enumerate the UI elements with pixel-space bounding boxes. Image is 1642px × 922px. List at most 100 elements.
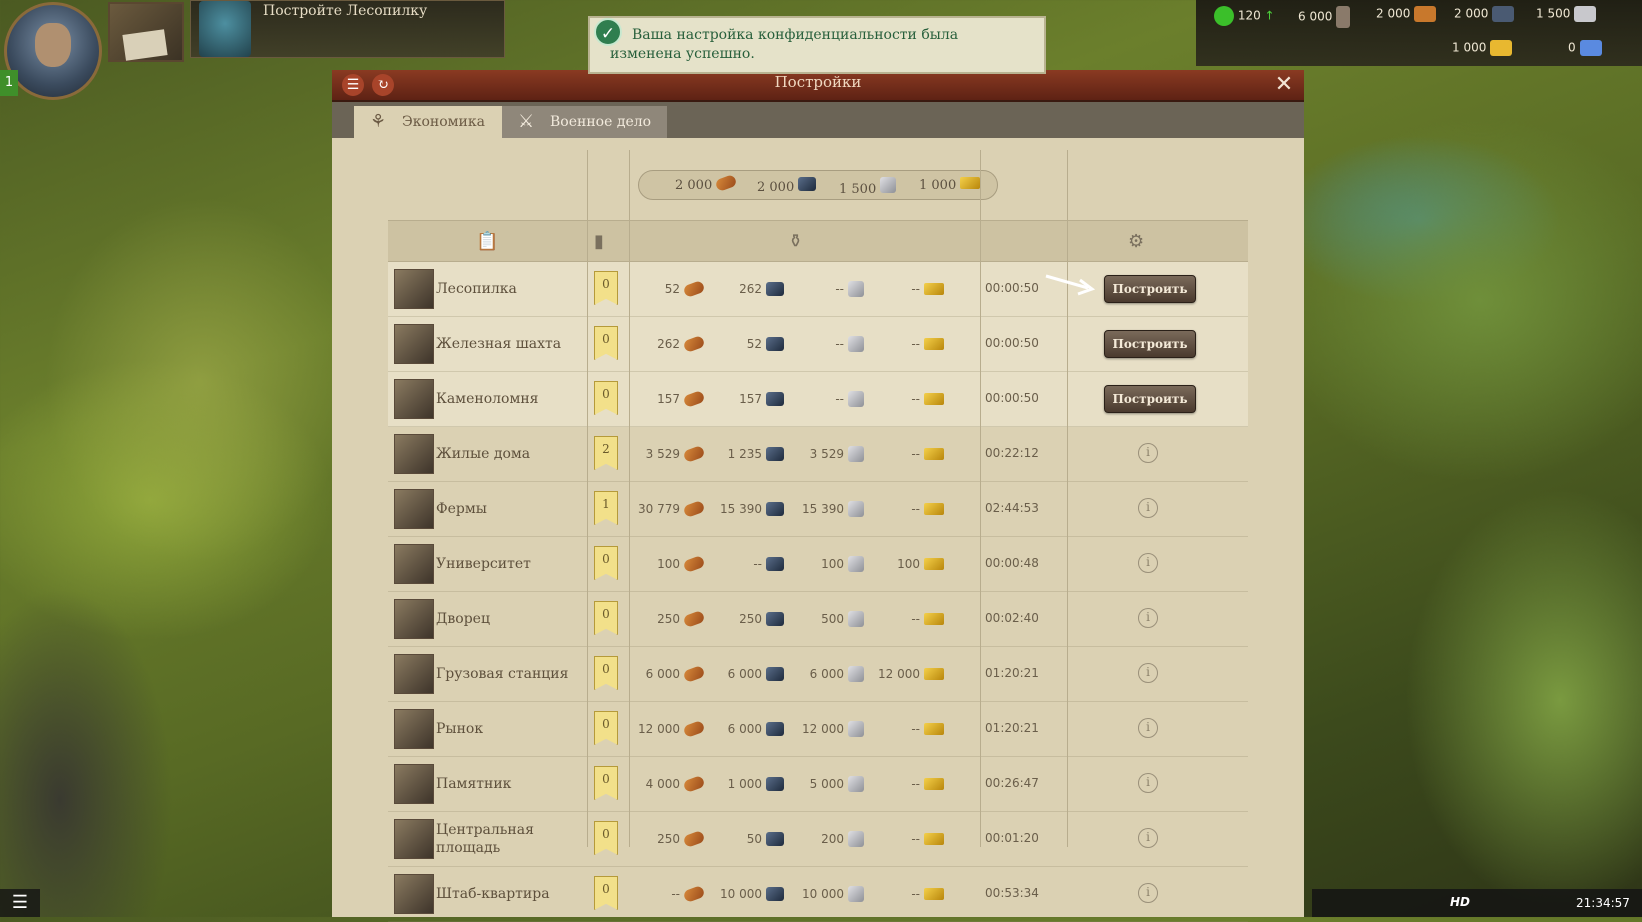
build-button[interactable]: Построить (1104, 385, 1196, 413)
table-row[interactable]: Памятник 0 4 000 1 000 5 000 -- 00:26:47 i (388, 757, 1248, 812)
level-badge: 0 (594, 546, 618, 580)
building-name: Грузовая станция (436, 666, 569, 682)
cost-wood: 30 779 (620, 499, 706, 518)
cost-gold: -- (860, 831, 944, 846)
game-map-left[interactable] (0, 0, 332, 917)
gold-icon (924, 832, 944, 845)
happiness-display: 120 ↑ (1210, 6, 1275, 26)
close-icon[interactable]: ✕ (1272, 73, 1296, 97)
messages-scroll-icon[interactable] (108, 2, 184, 62)
build-time: 00:53:34 (985, 886, 1039, 900)
build-time: 00:26:47 (985, 776, 1039, 790)
build-time: 00:00:50 (985, 281, 1039, 295)
cost-gold: -- (860, 611, 944, 626)
build-time: 00:00:50 (985, 336, 1039, 350)
info-icon[interactable]: i (1138, 773, 1158, 793)
menu-icon[interactable]: ☰ (0, 889, 40, 917)
player-avatar[interactable] (4, 2, 102, 100)
cost-wood: 262 (620, 334, 706, 353)
quest-giver-portrait (199, 1, 251, 57)
buildings-table: 📋 ▮ ⚱ ⚙ Лесопилка 0 52 262 -- -- 00:00:50 Постр… (388, 220, 1248, 922)
info-icon[interactable]: i (1138, 553, 1158, 573)
privacy-notification[interactable]: ✓ Ваша настройка конфиденциальности была… (588, 16, 1046, 74)
table-row[interactable]: Лесопилка 0 52 262 -- -- 00:00:50 Построить (388, 262, 1248, 317)
building-column-icon: 📋 (476, 231, 499, 252)
building-name: Железная шахта (436, 336, 562, 352)
building-thumbnail[interactable] (394, 764, 434, 804)
cost-iron: 6 000 (700, 666, 784, 681)
build-button[interactable]: Построить (1104, 275, 1196, 303)
actions-column-icon: ⚙ (1128, 231, 1145, 252)
cost-gold: -- (860, 446, 944, 461)
tab-economy[interactable]: ⚘ Экономика (354, 106, 514, 138)
level-badge: 0 (594, 271, 618, 305)
table-row[interactable]: Жилые дома 2 3 529 1 235 3 529 -- 00:22:12 i (388, 427, 1248, 482)
building-thumbnail[interactable] (394, 489, 434, 529)
gold-icon (924, 392, 944, 405)
building-thumbnail[interactable] (394, 709, 434, 749)
hd-toggle[interactable]: HD (1450, 895, 1470, 909)
building-thumbnail[interactable] (394, 379, 434, 419)
cost-wood: 250 (620, 609, 706, 628)
info-icon[interactable]: i (1138, 663, 1158, 683)
table-body: Лесопилка 0 52 262 -- -- 00:00:50 Построить Желе… (388, 262, 1248, 922)
building-thumbnail[interactable] (394, 324, 434, 364)
level-badge: 2 (594, 436, 618, 470)
level-badge: 0 (594, 381, 618, 415)
building-name: Фермы (436, 501, 487, 517)
cost-gold: -- (860, 336, 944, 351)
stock-gold: 1 000 (919, 177, 981, 193)
level-badge: 0 (594, 821, 618, 855)
tabs-row: ⚘ Экономика ⚔ Военное дело (332, 102, 1304, 138)
info-icon[interactable]: i (1138, 718, 1158, 738)
info-icon[interactable]: i (1138, 608, 1158, 628)
iron-display: 2 000 (1454, 6, 1515, 22)
cost-gold: 100 (860, 556, 944, 571)
building-thumbnail[interactable] (394, 544, 434, 584)
table-row[interactable]: Железная шахта 0 262 52 -- -- 00:00:50 Построит… (388, 317, 1248, 372)
building-thumbnail[interactable] (394, 434, 434, 474)
quest-text: Постройте Лесопилку (263, 3, 428, 19)
cost-stone: -- (780, 391, 864, 407)
cost-wood: 6 000 (620, 664, 706, 683)
build-time: 00:00:50 (985, 391, 1039, 405)
game-map-right[interactable] (1302, 0, 1642, 917)
stock-summary: 2 000 2 000 1 500 1 000 (638, 170, 998, 200)
tab-military[interactable]: ⚔ Военное дело (502, 106, 667, 138)
table-row[interactable]: Дворец 0 250 250 500 -- 00:02:40 i (388, 592, 1248, 647)
gold-icon (924, 612, 944, 625)
cost-iron: 50 (700, 831, 784, 846)
table-row[interactable]: Университет 0 100 -- 100 100 00:00:48 i (388, 537, 1248, 592)
cost-iron: 157 (700, 391, 784, 406)
info-icon[interactable]: i (1138, 883, 1158, 903)
cost-gold: -- (860, 501, 944, 516)
building-thumbnail[interactable] (394, 599, 434, 639)
table-row[interactable]: Фермы 1 30 779 15 390 15 390 -- 02:44:53 i (388, 482, 1248, 537)
table-row[interactable]: Грузовая станция 0 6 000 6 000 6 000 12 000 01… (388, 647, 1248, 702)
cost-stone: 200 (780, 831, 864, 847)
building-name: Рынок (436, 721, 484, 737)
building-thumbnail[interactable] (394, 654, 434, 694)
wood-icon (1414, 6, 1437, 22)
cost-wood: 12 000 (620, 719, 706, 738)
building-name: Дворец (436, 611, 490, 627)
clock: 21:34:57 (1576, 896, 1630, 910)
cost-iron: 250 (700, 611, 784, 626)
gold-icon (1490, 40, 1513, 56)
level-badge: 0 (594, 601, 618, 635)
table-row[interactable]: Штаб-квартира 0 -- 10 000 10 000 -- 00:53:34 i (388, 867, 1248, 922)
build-button[interactable]: Построить (1104, 330, 1196, 358)
table-row[interactable]: Рынок 0 12 000 6 000 12 000 -- 01:20:21 i (388, 702, 1248, 757)
quest-bar[interactable]: Постройте Лесопилку (190, 0, 505, 58)
info-icon[interactable]: i (1138, 498, 1158, 518)
table-row[interactable]: Центральная площадь 0 250 50 200 -- 00:01:20 i (388, 812, 1248, 867)
info-icon[interactable]: i (1138, 828, 1158, 848)
build-time: 01:20:21 (985, 666, 1039, 680)
building-name: Штаб-квартира (436, 886, 550, 902)
cost-stone: 15 390 (780, 501, 864, 517)
info-icon[interactable]: i (1138, 443, 1158, 463)
building-thumbnail[interactable] (394, 819, 434, 859)
building-thumbnail[interactable] (394, 874, 434, 914)
table-row[interactable]: Каменоломня 0 157 157 -- -- 00:00:50 Построить (388, 372, 1248, 427)
building-thumbnail[interactable] (394, 269, 434, 309)
